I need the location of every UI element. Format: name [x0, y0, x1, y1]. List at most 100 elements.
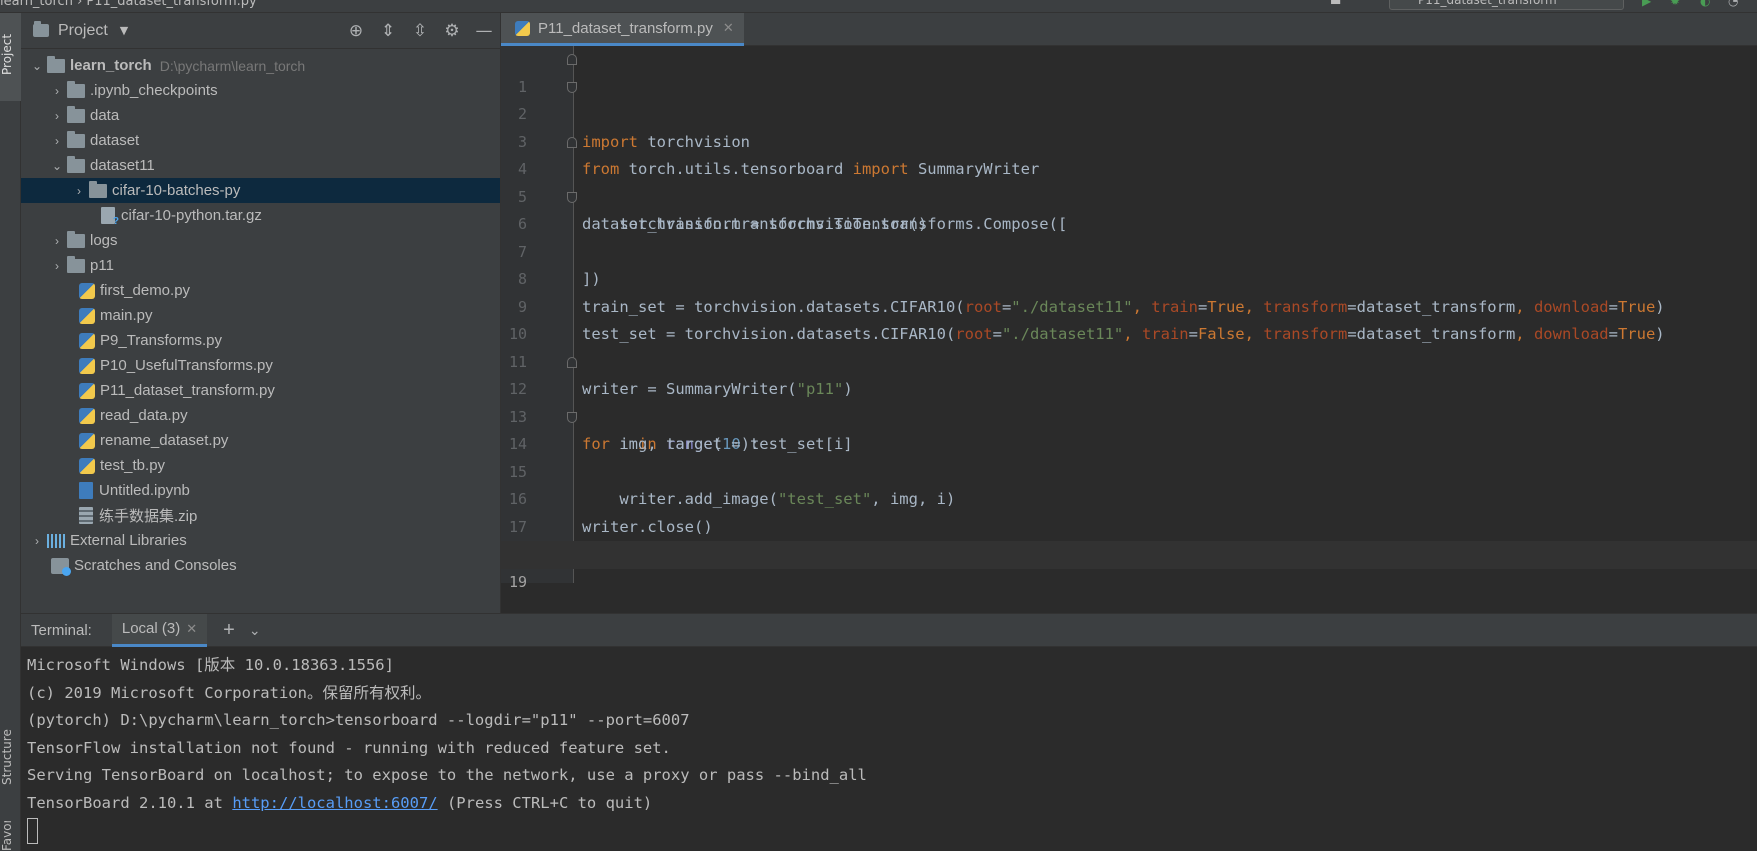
code-editor[interactable]: 1 import torchvision 2 from torch.utils.…: [501, 46, 1757, 613]
code-line[interactable]: 10: [501, 294, 1757, 343]
fold-icon[interactable]: [567, 81, 577, 93]
tensorboard-link[interactable]: http://localhost:6007/: [232, 794, 437, 812]
editor-tab-p11-dataset-transform[interactable]: P11_dataset_transform.py ✕: [501, 13, 744, 46]
chevron-right-icon[interactable]: ›: [47, 109, 67, 123]
collapse-all-icon[interactable]: ⇳: [404, 21, 436, 41]
tree-item-p10-usefultransforms[interactable]: P10_UsefulTransforms.py: [21, 353, 500, 378]
editor-tab-bar: P11_dataset_transform.py ✕: [501, 13, 1757, 46]
tree-item-untitled-ipynb[interactable]: Untitled.ipynb: [21, 478, 500, 503]
tree-item-p11[interactable]: › p11: [21, 253, 500, 278]
code-line[interactable]: 15: [501, 431, 1757, 481]
chevron-right-icon[interactable]: ›: [69, 184, 89, 198]
gear-icon[interactable]: ⚙: [436, 21, 468, 41]
project-panel-header: Project ▼ ⊕ ⇕ ⇳ ⚙ —: [21, 13, 500, 49]
fold-icon[interactable]: [567, 136, 577, 148]
terminal-label: Terminal:: [31, 621, 92, 639]
tree-item-cifar-10-batches-py[interactable]: › cifar-10-batches-py: [21, 178, 500, 203]
chevron-down-icon[interactable]: ⌄: [249, 622, 261, 639]
run-icon[interactable]: ▶: [1642, 0, 1651, 8]
terminal-text: (Press CTRL+C to quit): [437, 793, 653, 812]
tree-item-dataset11[interactable]: ⌄ dataset11: [21, 153, 500, 178]
hide-panel-icon[interactable]: —: [468, 21, 500, 41]
project-tree: ⌄ learn_torch D:\pycharm\learn_torch › .…: [21, 49, 500, 578]
user-icon[interactable]: ▬: [1330, 0, 1341, 8]
locate-file-icon[interactable]: ⊕: [340, 21, 372, 41]
run-configuration-select[interactable]: P11_dataset_transform: [1389, 0, 1624, 10]
tree-item-cifar-10-python-tar-gz[interactable]: cifar-10-python.tar.gz: [21, 203, 500, 228]
breadcrumb-file[interactable]: P11_dataset_transform.py: [86, 0, 256, 9]
tree-item-learn-torch[interactable]: ⌄ learn_torch D:\pycharm\learn_torch: [21, 53, 500, 78]
chevron-down-icon[interactable]: ⌄: [47, 159, 67, 173]
tree-item-test-tb[interactable]: test_tb.py: [21, 453, 500, 478]
tree-item-data[interactable]: › data: [21, 103, 500, 128]
tree-item-external-libraries[interactable]: › External Libraries: [21, 528, 500, 553]
tree-item-zip[interactable]: 练手数据集.zip: [21, 503, 500, 528]
coverage-icon[interactable]: ◐: [1700, 0, 1710, 8]
tree-item-label: .ipynb_checkpoints: [90, 82, 218, 99]
chevron-right-icon[interactable]: ›: [47, 259, 67, 273]
tree-item-ipynb-checkpoints[interactable]: › .ipynb_checkpoints: [21, 78, 500, 103]
chevron-right-icon[interactable]: ›: [47, 84, 67, 98]
tree-item-logs[interactable]: › logs: [21, 228, 500, 253]
python-file-icon: [79, 332, 95, 349]
chevron-right-icon[interactable]: ›: [47, 234, 67, 248]
tree-item-label: cifar-10-python.tar.gz: [121, 207, 262, 224]
code-line[interactable]: 11 writer = SummaryWriter("p11"): [501, 321, 1757, 399]
code-line[interactable]: 13 img, target = test_set[i]: [501, 376, 1757, 454]
code-line[interactable]: 5 torchvision.transforms.ToTensor(): [501, 156, 1757, 234]
code-line[interactable]: 3: [501, 101, 1757, 151]
tree-item-scratches[interactable]: Scratches and Consoles: [21, 553, 500, 578]
code-line[interactable]: 14 writer.add_image("test_set", img, i): [501, 404, 1757, 508]
terminal-tab-local-3[interactable]: Local (3) ✕: [111, 613, 208, 647]
chevron-down-icon[interactable]: ⌄: [27, 59, 47, 73]
debug-icon[interactable]: ✹: [1670, 0, 1680, 8]
tree-item-first-demo[interactable]: first_demo.py: [21, 278, 500, 303]
project-tool-tab[interactable]: Project: [0, 13, 21, 101]
chevron-right-icon[interactable]: ›: [27, 534, 47, 548]
chevron-right-icon[interactable]: ›: [47, 134, 67, 148]
terminal-line: Serving TensorBoard on localhost; to exp…: [27, 766, 867, 784]
chevron-down-icon[interactable]: ▼: [120, 24, 128, 37]
code-line[interactable]: 18: [501, 514, 1757, 563]
breadcrumb-project[interactable]: learn_torch: [0, 0, 73, 9]
folder-icon: [47, 55, 65, 73]
new-terminal-plus-icon[interactable]: +: [223, 619, 235, 642]
profile-icon[interactable]: ◔: [1728, 0, 1738, 8]
code-line[interactable]: 17: [501, 486, 1757, 536]
code-line[interactable]: 8 train_set = torchvision.datasets.CIFAR…: [501, 239, 1757, 316]
folder-icon: [89, 180, 107, 198]
breadcrumb[interactable]: learn_torch › P11_dataset_transform.py: [0, 0, 257, 9]
terminal-output[interactable]: Microsoft Windows [版本 10.0.18363.1556] (…: [21, 647, 1757, 850]
fold-icon[interactable]: [567, 411, 577, 423]
code-line[interactable]: 9 test_set = torchvision.datasets.CIFAR1…: [501, 266, 1757, 344]
terminal-line: TensorBoard 2.10.1 at http://localhost:6…: [27, 790, 1751, 818]
project-panel-title[interactable]: Project: [58, 22, 108, 40]
tree-item-read-data[interactable]: read_data.py: [21, 403, 500, 428]
tree-item-rename-dataset[interactable]: rename_dataset.py: [21, 428, 500, 453]
code-line[interactable]: 2 from torch.utils.tensorboard import Su…: [501, 74, 1757, 178]
expand-all-icon[interactable]: ⇕: [372, 21, 404, 41]
library-icon: [47, 533, 65, 548]
code-line[interactable]: 7: [501, 211, 1757, 261]
fold-icon[interactable]: [567, 54, 577, 65]
fold-icon[interactable]: [567, 356, 577, 368]
terminal-prompt[interactable]: [27, 817, 1751, 845]
code-line[interactable]: 16 writer.close(): [501, 459, 1757, 536]
close-icon[interactable]: ✕: [186, 621, 197, 637]
close-icon[interactable]: ✕: [723, 20, 734, 36]
tree-item-p11-dataset-transform[interactable]: P11_dataset_transform.py: [21, 378, 500, 403]
tree-item-p9-transforms[interactable]: P9_Transforms.py: [21, 328, 500, 353]
python-file-icon: [79, 282, 95, 299]
terminal-line: (c) 2019 Microsoft Corporation。保留所有权利。: [27, 683, 431, 702]
code-line[interactable]: 4 dataset_transform = torchvision.transf…: [501, 129, 1757, 233]
tree-item-main[interactable]: main.py: [21, 303, 500, 328]
structure-tool-tab-label: Structure: [0, 729, 14, 785]
fold-icon[interactable]: [567, 191, 577, 203]
code-line[interactable]: 6 ]): [501, 184, 1757, 288]
code-line[interactable]: 1 import torchvision: [501, 46, 1757, 151]
code-line-current[interactable]: 19: [501, 541, 1757, 591]
code-line[interactable]: 12 for i in range(10):: [501, 349, 1757, 453]
favorites-tool-tab[interactable]: Favorites: [0, 821, 21, 851]
structure-tool-tab[interactable]: Structure: [0, 713, 21, 801]
tree-item-dataset[interactable]: › dataset: [21, 128, 500, 153]
